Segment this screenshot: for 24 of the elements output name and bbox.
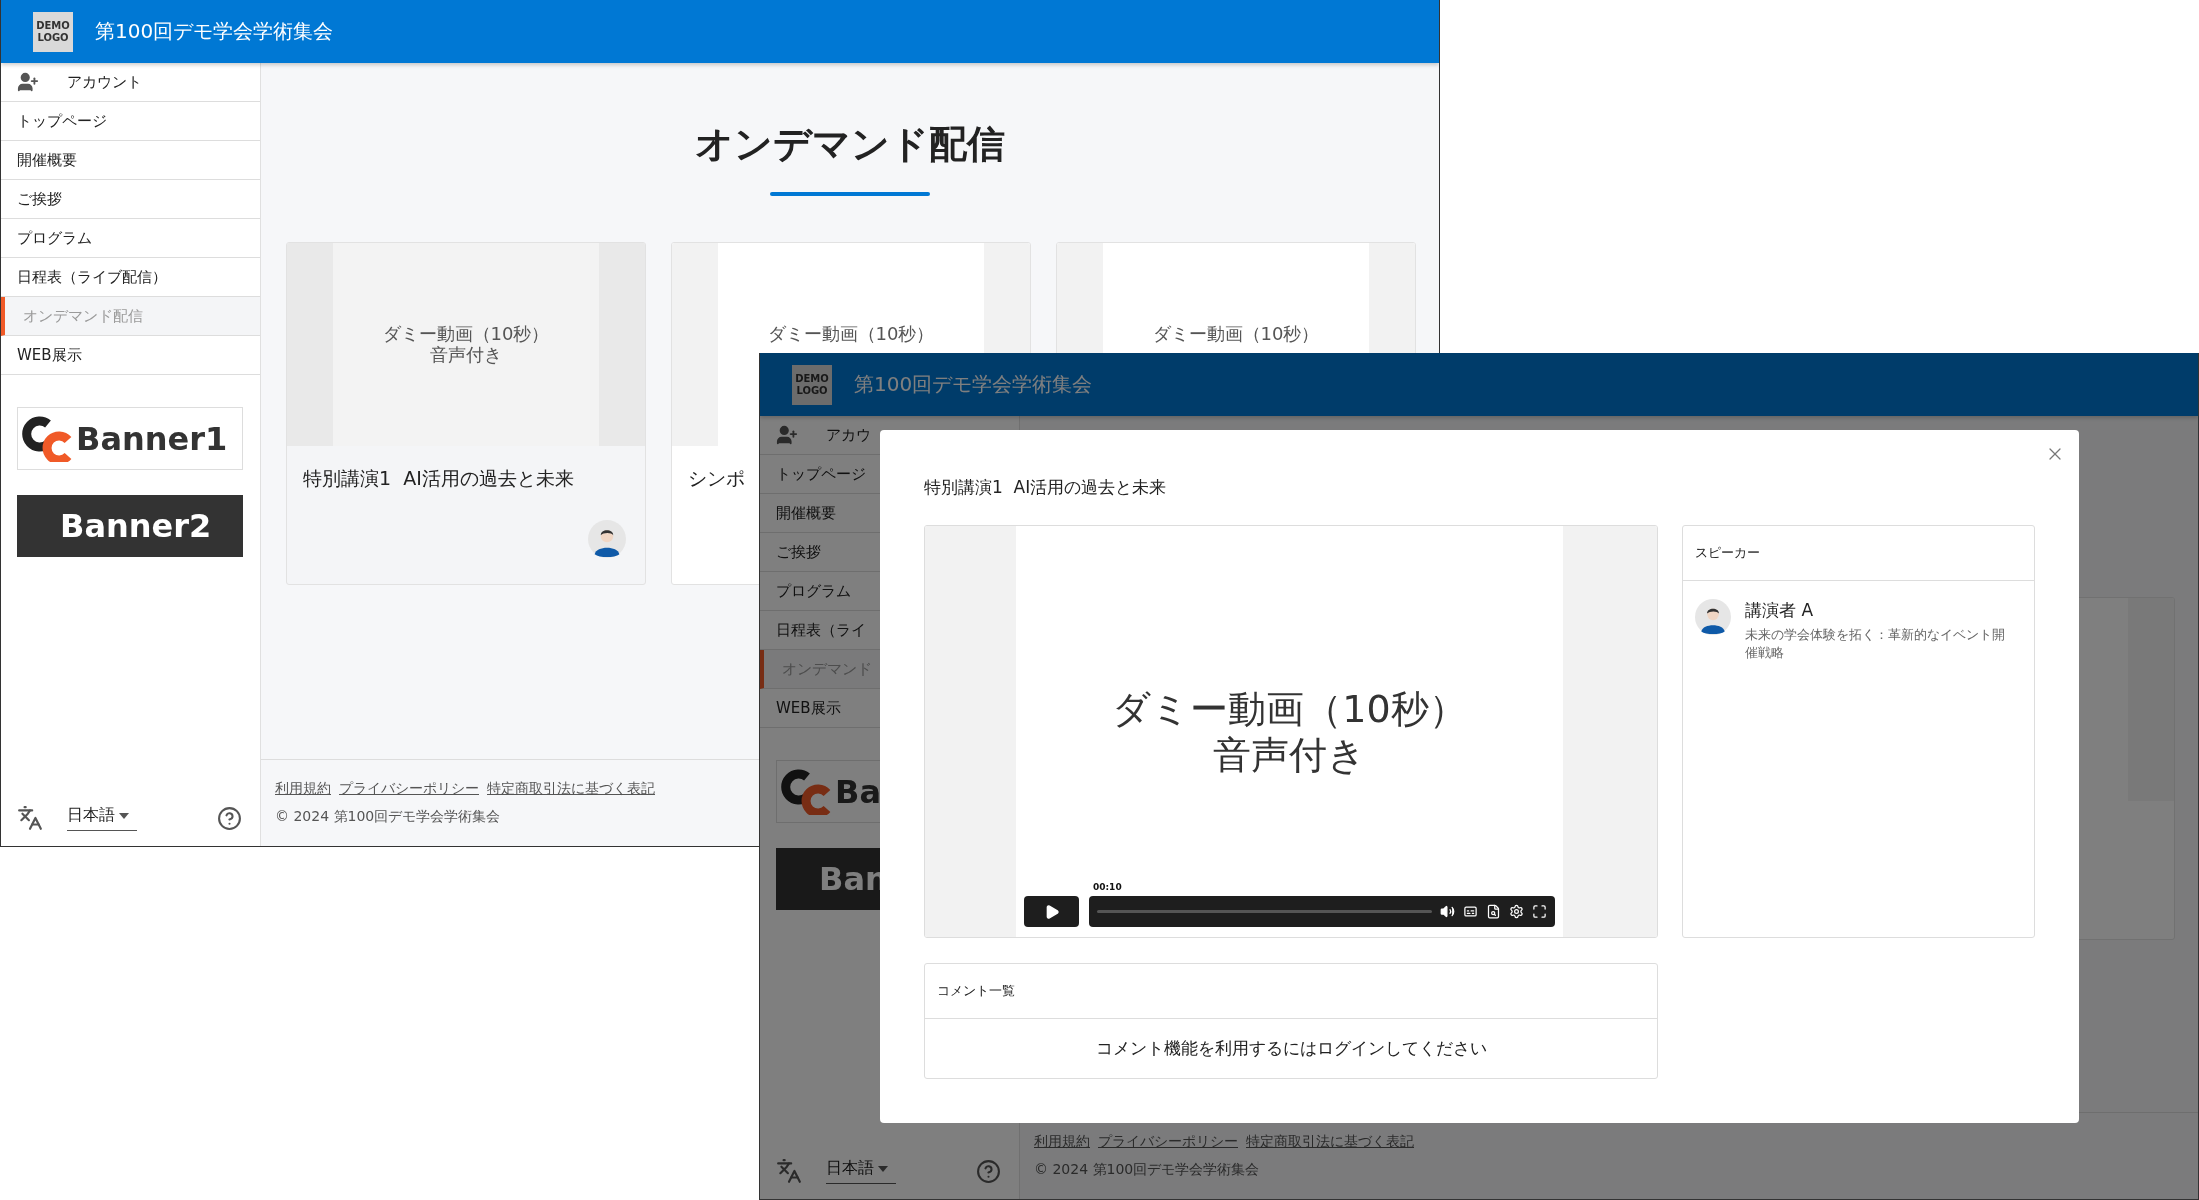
logo: DEMO LOGO [33,11,73,52]
site-title: 第100回デモ学会学術集会 [854,371,1093,398]
dialog-title: 特別講演1 AI活用の過去と未来 [924,476,1168,498]
site-title: 第100回デモ学会学術集会 [95,18,334,45]
account-label: アカウ [826,425,871,445]
time-label: 00:10 [1091,882,1124,892]
logo: DEMO LOGO [792,364,832,405]
video-caption: ダミー動画（10秒） [767,323,935,344]
account-label: アカウント [67,72,142,92]
speaker-name: 講演者 A [1745,599,1815,622]
video-caption: ダミー動画（10秒） [1152,323,1320,344]
panel-heading: コメント一覧 [925,964,1657,1019]
panel-heading: スピーカー [1683,526,2034,581]
banner-label: Ba [835,772,881,811]
video-caption: ダミー動画（10秒） 音声付き [1112,686,1467,778]
speaker-description: 未来の学会体験を拓く：革新的なイベント開催戦略 [1745,626,2006,662]
card-title: シンポ [688,466,745,491]
copyright: © 2024 第100回デモ学会学術集会 [275,808,502,826]
copyright: © 2024 第100回デモ学会学術集会 [1034,1161,1261,1179]
banner-label: Banner1 [76,419,228,458]
video-caption: ダミー動画（10秒） 音声付き [382,323,550,365]
page-title: オンデマンド配信 [694,121,1006,167]
login-message: コメント機能を利用するにはログインしてください [1094,1037,1488,1060]
card-title: 特別講演1 AI活用の過去と未来 [303,466,574,491]
